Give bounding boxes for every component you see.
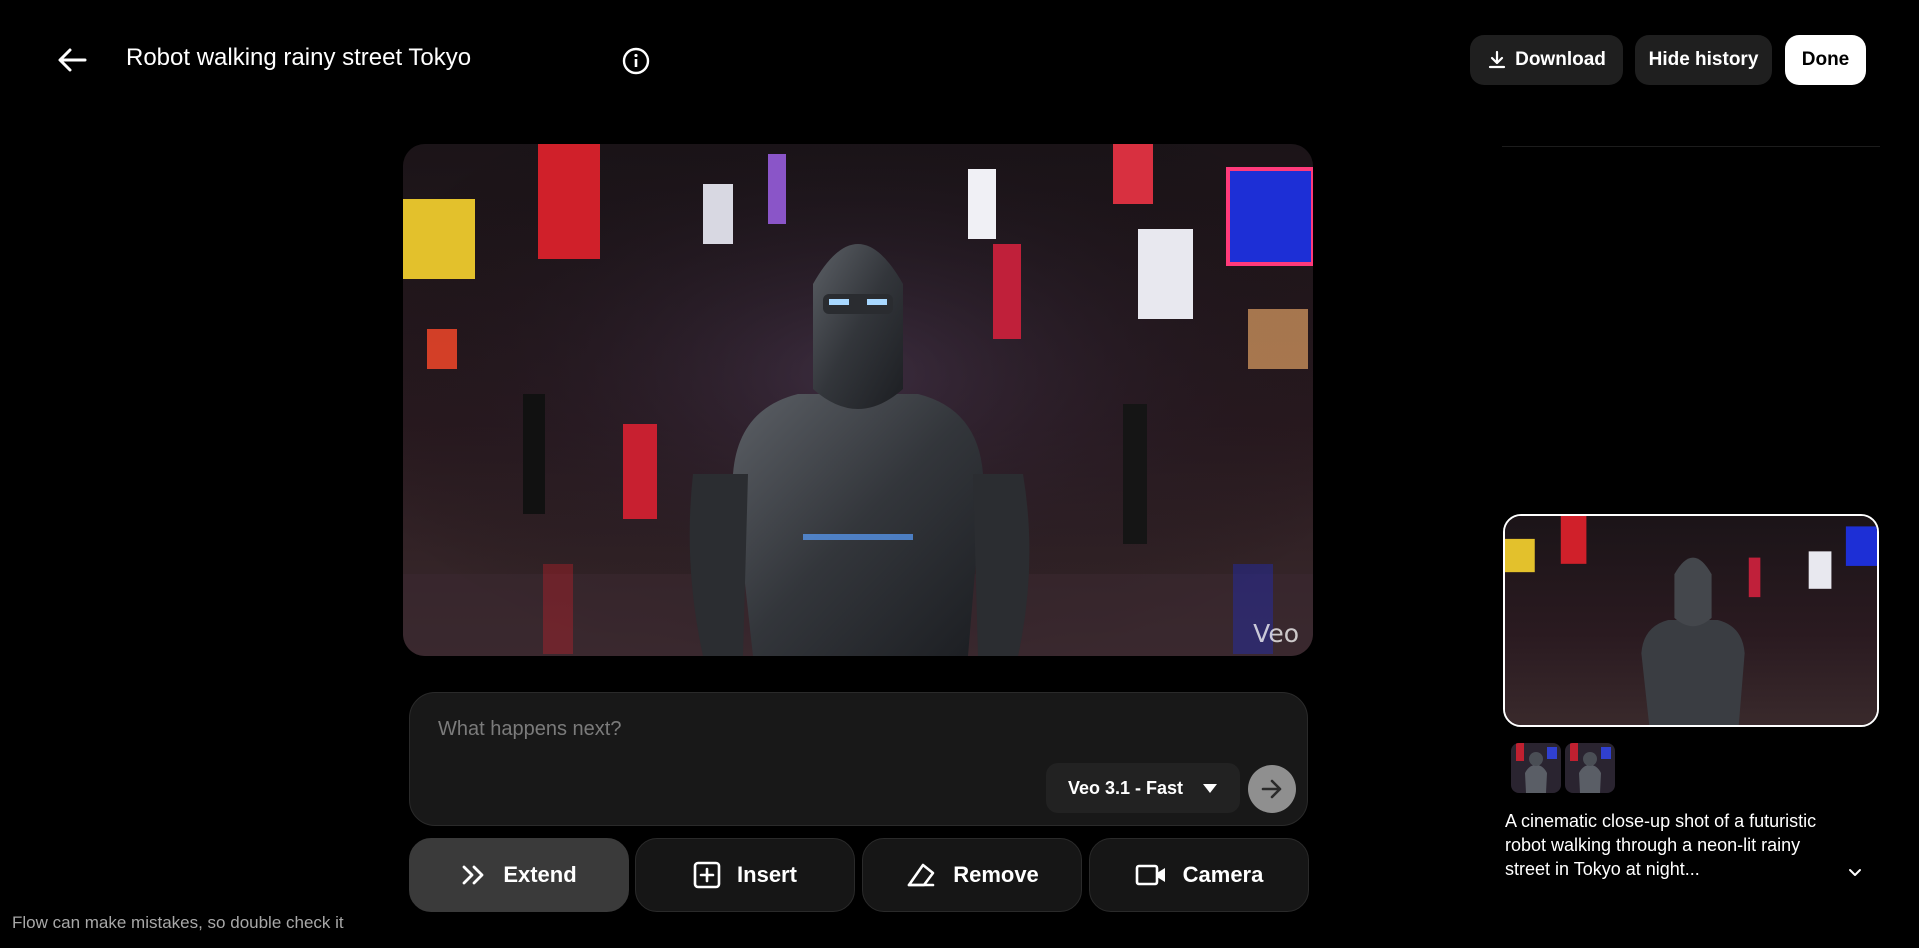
plus-square-icon — [693, 861, 721, 889]
send-button[interactable] — [1248, 765, 1296, 813]
info-button[interactable] — [620, 45, 652, 77]
video-frame-image — [403, 144, 1313, 656]
double-chevron-right-icon — [462, 865, 484, 885]
arrow-left-icon — [58, 48, 87, 72]
chevron-down-icon — [1849, 868, 1861, 876]
hide-history-button[interactable]: Hide history — [1635, 35, 1772, 85]
history-frame-thumbnail[interactable] — [1511, 743, 1561, 793]
eraser-icon — [907, 863, 935, 887]
expand-description-button[interactable] — [1845, 862, 1865, 882]
download-icon — [1489, 50, 1506, 69]
history-description: A cinematic close-up shot of a futuristi… — [1505, 811, 1817, 879]
info-icon — [622, 47, 650, 75]
video-preview[interactable]: Veo — [403, 144, 1313, 656]
done-button[interactable]: Done — [1785, 35, 1866, 85]
history-divider — [1502, 146, 1880, 147]
frame-thumbnail-image — [1511, 743, 1561, 793]
frame-thumbnail-image — [1565, 743, 1615, 793]
caret-down-icon — [1203, 783, 1218, 793]
insert-button[interactable]: Insert — [635, 838, 855, 912]
back-button[interactable] — [52, 42, 92, 78]
download-label: Download — [1515, 49, 1606, 70]
camera-button[interactable]: Camera — [1089, 838, 1309, 912]
video-camera-icon — [1135, 864, 1165, 886]
page-title: Robot walking rainy street Tokyo — [126, 44, 472, 71]
history-thumbnail-image — [1505, 516, 1877, 725]
model-label: Veo 3.1 - Fast — [1068, 777, 1184, 798]
extend-label: Extend — [503, 862, 577, 887]
history-frame-thumbnail[interactable] — [1565, 743, 1615, 793]
camera-label: Camera — [1182, 862, 1264, 887]
prompt-box: Veo 3.1 - Fast — [409, 692, 1308, 826]
arrow-right-icon — [1261, 779, 1282, 799]
remove-label: Remove — [953, 862, 1039, 887]
history-thumbnail-selected[interactable] — [1503, 514, 1879, 727]
extend-button[interactable]: Extend — [409, 838, 629, 912]
prompt-input[interactable] — [436, 711, 1140, 747]
remove-button[interactable]: Remove — [862, 838, 1082, 912]
download-button[interactable]: Download — [1470, 35, 1623, 85]
model-selector[interactable]: Veo 3.1 - Fast — [1046, 763, 1240, 813]
disclaimer-text: Flow can make mistakes, so double check … — [12, 913, 344, 932]
veo-watermark: Veo — [1253, 619, 1299, 648]
insert-label: Insert — [737, 862, 797, 887]
